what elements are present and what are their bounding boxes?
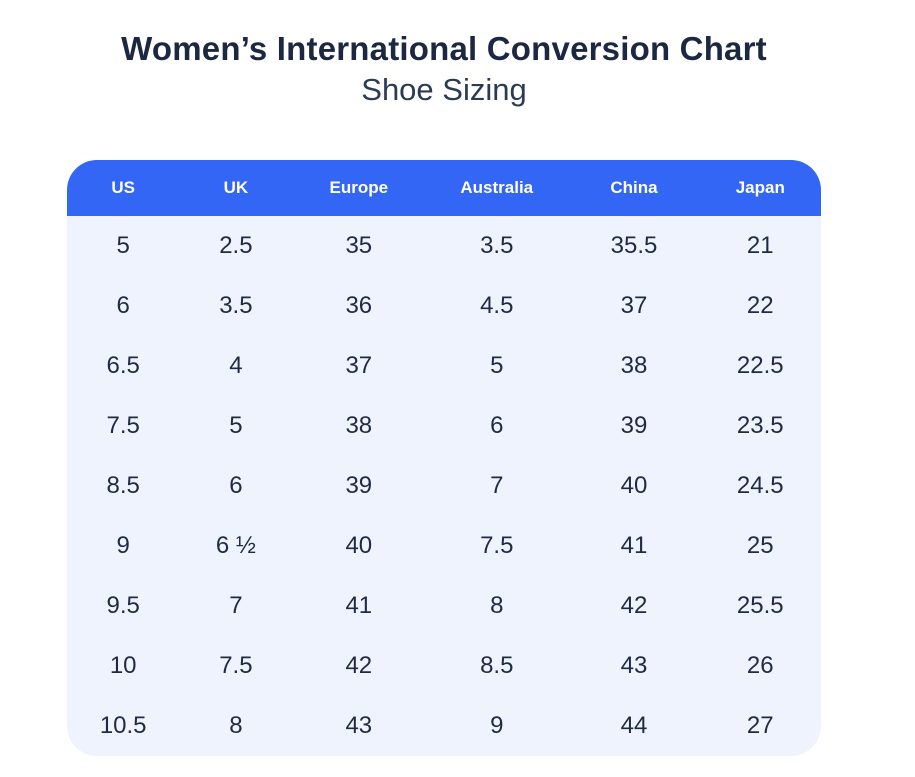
header-cell-china: China [568,178,699,198]
table-cell: 9 [67,532,179,560]
table-cell: 38 [292,412,425,440]
table-cell: 24.5 [700,472,821,500]
table-cell: 39 [292,472,425,500]
header-cell-japan: Japan [700,178,821,198]
table-cell: 8 [179,712,292,740]
table-row: 9.574184225.5 [67,576,821,636]
table-cell: 41 [292,592,425,620]
table-cell: 5 [179,412,292,440]
table-cell: 4.5 [425,292,568,320]
table-cell: 8.5 [67,472,179,500]
table-cell: 10 [67,652,179,680]
table-cell: 44 [568,712,699,740]
table-cell: 8 [425,592,568,620]
table-cell: 40 [568,472,699,500]
conversion-table: US UK Europe Australia China Japan 52.53… [67,160,821,756]
table-cell: 2.5 [179,232,292,260]
table-cell: 42 [292,652,425,680]
table-cell: 39 [568,412,699,440]
table-cell: 6 [67,292,179,320]
table-cell: 9.5 [67,592,179,620]
table-cell: 43 [292,712,425,740]
table-cell: 26 [700,652,821,680]
table-cell: 3.5 [425,232,568,260]
table-cell: 7.5 [67,412,179,440]
table-cell: 5 [67,232,179,260]
table-cell: 22 [700,292,821,320]
table-cell: 7.5 [179,652,292,680]
table-cell: 35.5 [568,232,699,260]
table-cell: 21 [700,232,821,260]
table-cell: 43 [568,652,699,680]
table-cell: 7.5 [425,532,568,560]
table-cell: 42 [568,592,699,620]
table-cell: 37 [292,352,425,380]
table-cell: 22.5 [700,352,821,380]
table-cell: 37 [568,292,699,320]
table-cell: 6 [179,472,292,500]
table-row: 107.5428.54326 [67,636,821,696]
table-cell: 4 [179,352,292,380]
title-block: Women’s International Conversion Chart S… [67,28,821,110]
table-cell: 6.5 [67,352,179,380]
header-cell-australia: Australia [425,178,568,198]
table-header-row: US UK Europe Australia China Japan [67,160,821,216]
table-row: 96 ½407.54125 [67,516,821,576]
header-cell-uk: UK [179,178,292,198]
table-cell: 27 [700,712,821,740]
table-row: 10.584394427 [67,696,821,756]
table-row: 63.5364.53722 [67,276,821,336]
table-cell: 25.5 [700,592,821,620]
table-cell: 41 [568,532,699,560]
table-cell: 40 [292,532,425,560]
header-cell-us: US [67,178,179,198]
table-cell: 35 [292,232,425,260]
table-cell: 6 ½ [179,532,292,560]
table-cell: 38 [568,352,699,380]
page-subtitle: Shoe Sizing [67,70,821,110]
page: Women’s International Conversion Chart S… [0,0,915,777]
table-cell: 25 [700,532,821,560]
header-cell-europe: Europe [292,178,425,198]
table-cell: 8.5 [425,652,568,680]
table-row: 52.5353.535.521 [67,216,821,276]
table-cell: 36 [292,292,425,320]
table-cell: 9 [425,712,568,740]
table-cell: 3.5 [179,292,292,320]
table-row: 7.553863923.5 [67,396,821,456]
table-cell: 10.5 [67,712,179,740]
table-row: 8.563974024.5 [67,456,821,516]
table-cell: 23.5 [700,412,821,440]
table-cell: 5 [425,352,568,380]
table-body: 52.5353.535.52163.5364.537226.543753822.… [67,216,821,756]
table-cell: 7 [425,472,568,500]
table-cell: 6 [425,412,568,440]
page-title: Women’s International Conversion Chart [67,28,821,70]
table-row: 6.543753822.5 [67,336,821,396]
table-cell: 7 [179,592,292,620]
